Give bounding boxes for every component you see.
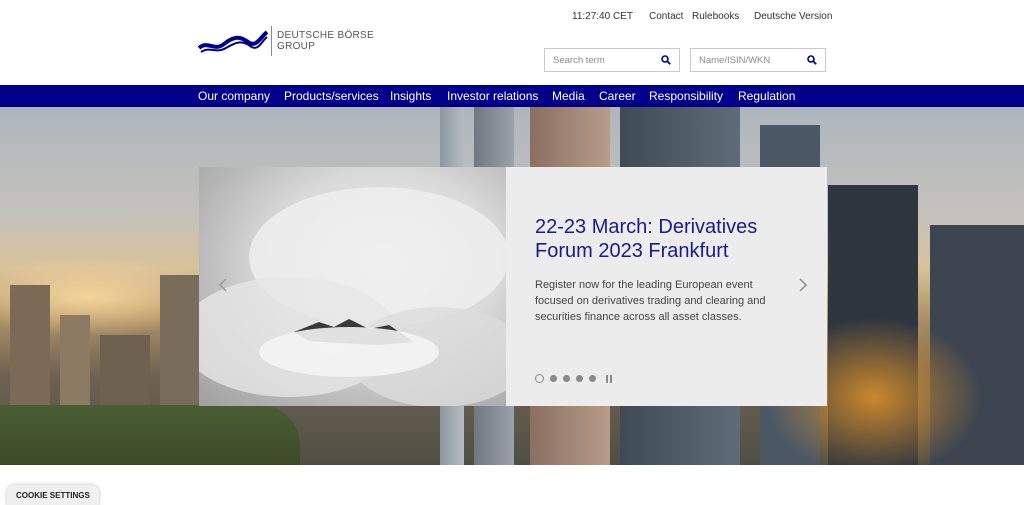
isin-search-box bbox=[690, 48, 826, 72]
main-nav: Our company Products/services Insights I… bbox=[0, 85, 1024, 107]
search-icon[interactable] bbox=[802, 50, 822, 70]
cloud-mountain-image bbox=[199, 187, 506, 406]
language-link[interactable]: Deutsche Version bbox=[754, 11, 832, 22]
nav-item-career[interactable]: Career bbox=[599, 89, 636, 103]
site-header: DEUTSCHE BÖRSE GROUP 11:27:40 CET Contac… bbox=[0, 0, 1024, 85]
chevron-left-icon[interactable] bbox=[217, 277, 229, 293]
nav-item-investor-relations[interactable]: Investor relations bbox=[447, 89, 538, 103]
nav-item-our-company[interactable]: Our company bbox=[198, 89, 270, 103]
nav-item-regulation[interactable]: Regulation bbox=[738, 89, 795, 103]
nav-item-products-services[interactable]: Products/services bbox=[284, 89, 379, 103]
search-input[interactable] bbox=[545, 54, 656, 66]
nav-item-media[interactable]: Media bbox=[552, 89, 585, 103]
slide-image[interactable] bbox=[199, 167, 506, 406]
nav-item-responsibility[interactable]: Responsibility bbox=[649, 89, 723, 103]
logo-line1: DEUTSCHE BÖRSE bbox=[277, 30, 374, 41]
slide-dot[interactable] bbox=[576, 375, 583, 382]
pause-icon[interactable] bbox=[606, 374, 614, 383]
clock: 11:27:40 CET bbox=[572, 11, 633, 22]
search-box bbox=[544, 48, 680, 72]
park-trees bbox=[0, 405, 300, 465]
slide-panel: 22-23 March: Derivatives Forum 2023 Fran… bbox=[506, 167, 827, 406]
isin-search-input[interactable] bbox=[691, 54, 802, 66]
rulebooks-link[interactable]: Rulebooks bbox=[692, 11, 739, 22]
logo-wave-icon bbox=[198, 30, 268, 53]
logo-line2: GROUP bbox=[277, 41, 316, 52]
chevron-right-icon[interactable] bbox=[797, 277, 809, 293]
logo-text: DEUTSCHE BÖRSE GROUP bbox=[277, 30, 374, 52]
slide-dot[interactable] bbox=[550, 375, 557, 382]
slide-title[interactable]: 22-23 March: Derivatives Forum 2023 Fran… bbox=[535, 215, 795, 263]
nav-item-insights[interactable]: Insights bbox=[390, 89, 431, 103]
slide-dot[interactable] bbox=[563, 375, 570, 382]
slide-dot[interactable] bbox=[535, 374, 544, 383]
logo-divider bbox=[271, 26, 272, 56]
cookie-settings-button[interactable]: COOKIE SETTINGS bbox=[7, 485, 99, 505]
slide-pagination bbox=[535, 374, 614, 383]
contact-link[interactable]: Contact bbox=[649, 11, 683, 22]
slide-text: Register now for the leading European ev… bbox=[535, 279, 766, 323]
search-icon[interactable] bbox=[656, 50, 676, 70]
logo[interactable]: DEUTSCHE BÖRSE GROUP bbox=[198, 25, 374, 57]
slide-dot[interactable] bbox=[589, 375, 596, 382]
